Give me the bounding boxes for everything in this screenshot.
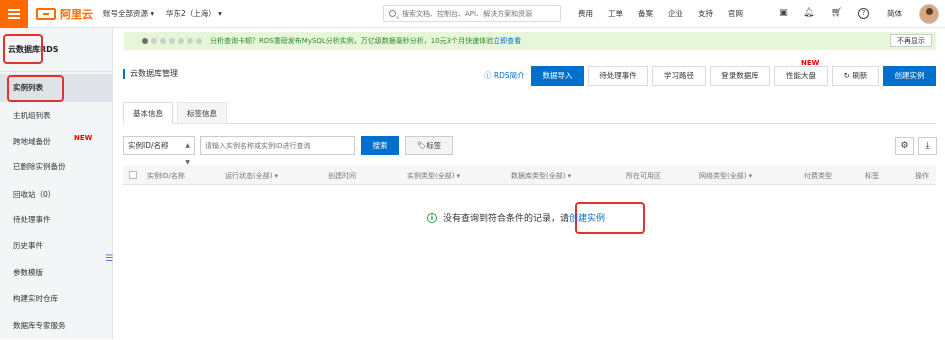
instance-search-input[interactable] — [200, 136, 355, 155]
terminal-icon[interactable]: ▣ — [778, 8, 789, 19]
search-button[interactable]: 搜索 — [361, 136, 399, 155]
tab-tag-info[interactable]: 标签信息 — [177, 102, 227, 124]
sidebar-item-deleted-backups[interactable]: 已删除实例备份 — [0, 153, 112, 181]
sidebar-item-param-templates[interactable]: 参数模版 — [0, 259, 112, 287]
new-badge: NEW — [74, 134, 93, 142]
login-database-button[interactable]: 登录数据库 — [710, 66, 770, 86]
search-icon — [389, 10, 396, 17]
col-billing-type: 付费类型 — [804, 172, 832, 180]
promo-link[interactable]: 立即查看 — [493, 37, 521, 45]
tag-icon: 🏷︎ — [416, 141, 427, 150]
info-icon: i — [427, 212, 437, 223]
learning-path-button[interactable]: 学习路径 — [652, 66, 706, 86]
promo-notice-bar: 分析查询卡顿？RDS重磅发布MySQL分析实例，万亿级数据毫秒分析，10元3个月… — [124, 32, 936, 50]
help-icon[interactable]: ? — [858, 8, 869, 19]
sidebar-item-recycle-bin[interactable]: 回收站（0） — [0, 181, 112, 209]
col-instance-type-filter[interactable]: 实例类型(全部) ▾ — [407, 171, 460, 181]
col-zone: 所在可用区 — [626, 172, 661, 180]
highlight-box-instances — [7, 75, 64, 102]
top-link-billing[interactable]: 费用 — [578, 8, 593, 19]
top-link-website[interactable]: 官网 — [728, 8, 743, 19]
cart-icon[interactable]: 🛒︎ — [831, 8, 842, 19]
col-tags: 标签 — [865, 172, 879, 180]
table-header: 实例ID/名称 运行状态(全部) ▾ 创建时间 实例类型(全部) ▾ 数据库类型… — [123, 165, 936, 185]
promo-text: 分析查询卡顿？RDS重磅发布MySQL分析实例，万亿级数据毫秒分析，10元3个月… — [210, 37, 522, 45]
sidebar-item-cross-region-backup[interactable]: 跨地域备份 NEW — [0, 128, 112, 156]
empty-state: i 没有查询到符合条件的记录，请 创建实例 — [427, 211, 605, 224]
carousel-dots[interactable] — [142, 38, 205, 44]
tag-filter-button[interactable]: 🏷︎标签 — [405, 136, 453, 155]
top-link-support[interactable]: 支持 — [698, 8, 713, 19]
refresh-icon: ↻ — [843, 71, 850, 80]
top-link-tickets[interactable]: 工单 — [608, 8, 623, 19]
pending-events-button[interactable]: 待处理事件 — [588, 66, 648, 86]
sidebar-item-expert-service[interactable]: 数据库专家服务 — [0, 312, 112, 340]
page-title: 云数据库管理 — [123, 69, 178, 79]
col-instance-id: 实例ID/名称 — [147, 172, 185, 180]
hamburger-menu-icon[interactable] — [0, 0, 28, 28]
sidebar-item-realtime-warehouse[interactable]: 构建实时仓库 — [0, 285, 112, 313]
filter-field-select[interactable]: 实例ID/名称 ▲ ▼ — [123, 136, 195, 166]
export-icon[interactable]: ⤓ — [918, 137, 937, 155]
settings-gear-icon[interactable]: ⚙ — [895, 137, 914, 155]
performance-dashboard-button[interactable]: 性能大盘 — [774, 66, 828, 86]
select-all-checkbox[interactable] — [129, 171, 137, 179]
sidebar-item-host-groups[interactable]: 主机组列表 — [0, 102, 112, 130]
col-actions: 操作 — [915, 172, 929, 180]
create-instance-button[interactable]: 创建实例 — [883, 66, 936, 86]
top-navigation-bar: 阿里云 账号全部资源 ▾ 华东2（上海） ▾ 费用 工单 备案 企业 支持 官网… — [0, 0, 945, 28]
sidebar-item-pending-events[interactable]: 待处理事件 — [0, 206, 112, 234]
sidebar-item-history-events[interactable]: 历史事件 — [0, 232, 112, 260]
rds-intro-link[interactable]: ⓘ RDS简介 — [484, 70, 525, 81]
collapse-sidebar-icon[interactable]: ☰ — [105, 254, 113, 264]
tab-basic-info[interactable]: 基本信息 — [123, 102, 173, 124]
dismiss-notice-button[interactable]: 不再显示 — [890, 34, 932, 47]
tab-bar: 基本信息 标签信息 — [123, 102, 936, 124]
aliyun-logo-icon — [36, 8, 56, 20]
create-instance-link[interactable]: 创建实例 — [569, 211, 605, 224]
bell-icon[interactable]: 🔔︎ — [803, 8, 814, 19]
top-link-icp[interactable]: 备案 — [638, 8, 653, 19]
global-search[interactable] — [383, 5, 561, 22]
refresh-button[interactable]: ↻ 刷新 — [832, 66, 879, 86]
top-links: 费用 工单 备案 企业 支持 官网 — [578, 8, 758, 19]
account-resource-dropdown[interactable]: 账号全部资源 ▾ — [103, 8, 154, 19]
col-created-time: 创建时间 — [328, 172, 356, 180]
global-search-input[interactable] — [402, 9, 552, 18]
empty-state-text: 没有查询到符合条件的记录，请 — [443, 214, 570, 224]
language-switch[interactable]: 简体 — [887, 8, 902, 19]
data-import-button[interactable]: 数据导入 — [531, 66, 584, 86]
col-status-filter[interactable]: 运行状态(全部) ▾ — [225, 171, 278, 181]
col-db-type-filter[interactable]: 数据库类型(全部) ▾ — [511, 171, 571, 181]
logo-text: 阿里云 — [60, 8, 93, 21]
sidebar-item-label: 跨地域备份 — [13, 137, 51, 146]
aliyun-logo[interactable]: 阿里云 — [36, 6, 93, 22]
region-dropdown[interactable]: 华东2（上海） ▾ — [166, 8, 222, 19]
col-network-type-filter[interactable]: 网络类型(全部) ▾ — [699, 171, 752, 181]
avatar[interactable] — [919, 4, 939, 24]
highlight-box-sidebar-title — [3, 34, 43, 64]
top-link-enterprise[interactable]: 企业 — [668, 8, 683, 19]
